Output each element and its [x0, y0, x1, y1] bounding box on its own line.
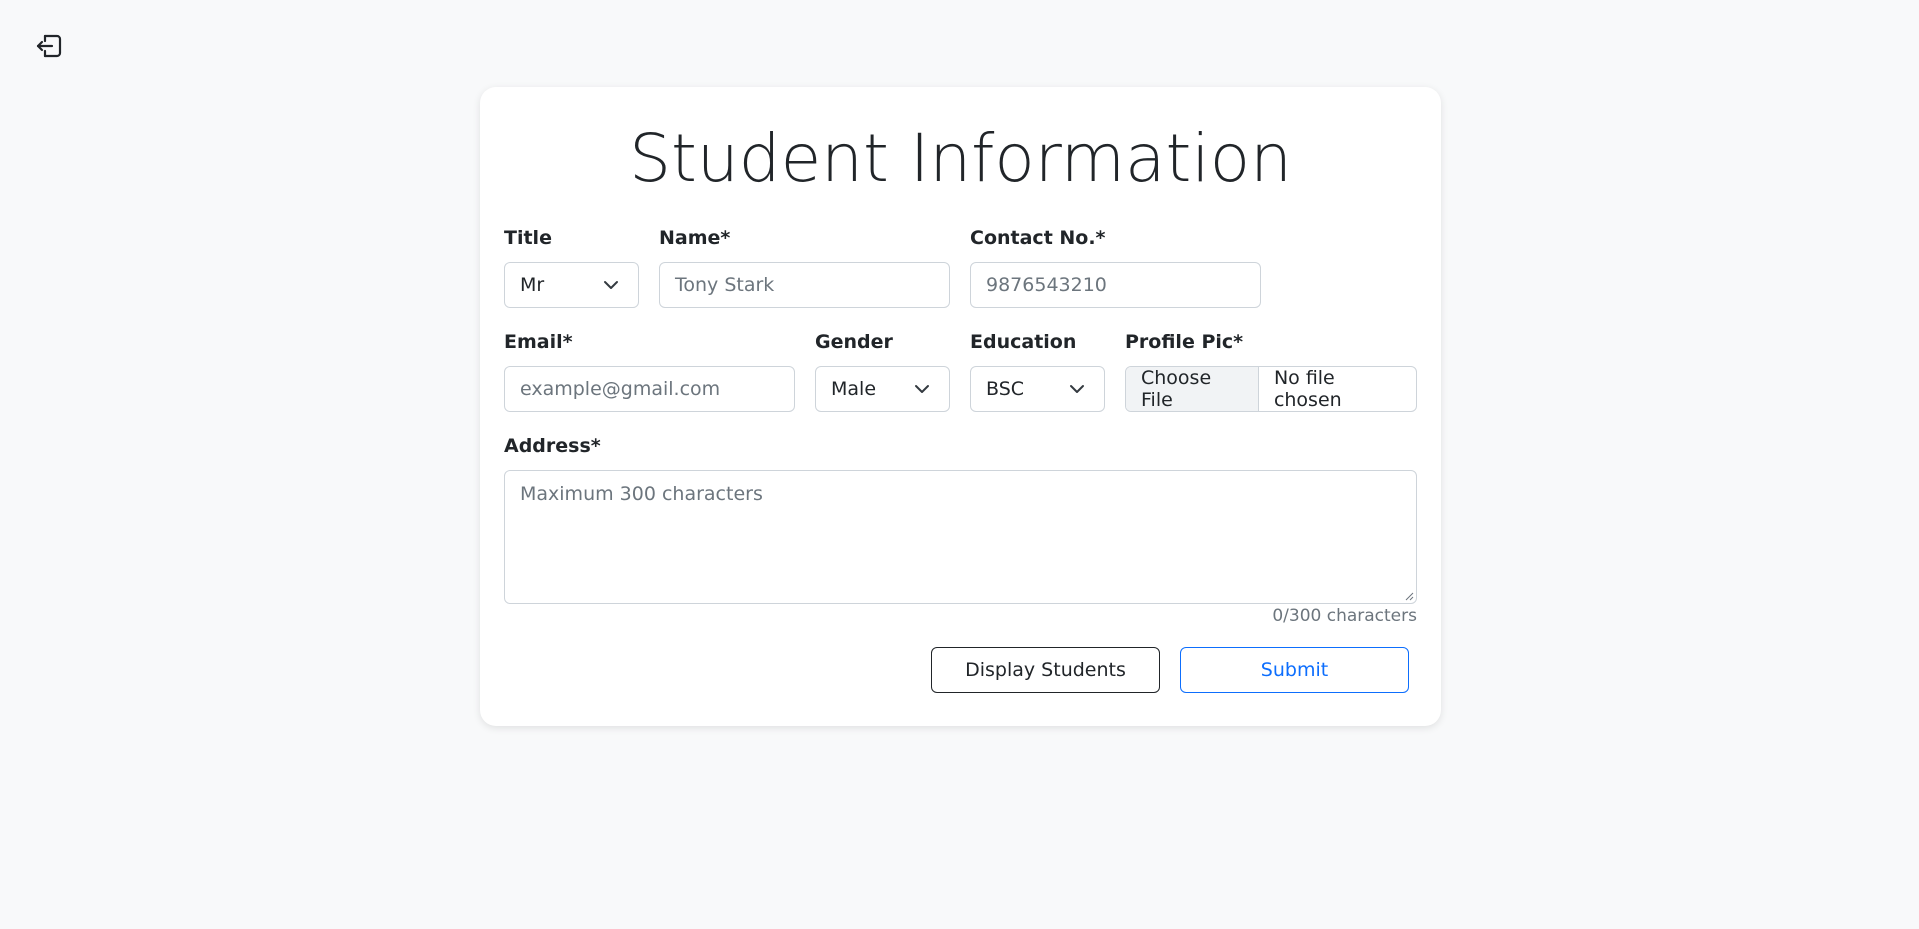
char-count: 0/300 characters	[1272, 606, 1417, 626]
name-field: Name* Tony Stark	[659, 226, 950, 308]
student-form-card: Student Information Title Mr Name* Tony …	[480, 87, 1441, 726]
submit-button[interactable]: Submit	[1180, 647, 1409, 693]
chevron-down-icon	[1070, 385, 1084, 393]
contact-input[interactable]: 9876543210	[970, 262, 1261, 308]
file-status-text: No file chosen	[1273, 367, 1342, 411]
education-select-value: BSC	[986, 378, 1025, 400]
choose-file-button[interactable]: Choose File	[1126, 367, 1259, 411]
chevron-down-icon	[604, 281, 618, 289]
title-label: Title	[504, 227, 552, 249]
title-select-value: Mr	[520, 274, 545, 296]
resize-grip-icon[interactable]	[1404, 591, 1414, 601]
logout-button[interactable]	[33, 30, 65, 62]
profile-pic-file-input[interactable]: Choose File No file chosen	[1125, 366, 1417, 412]
title-select[interactable]: Mr	[504, 262, 639, 308]
profile-pic-label: Profile Pic*	[1125, 331, 1244, 353]
chevron-down-icon	[915, 385, 929, 393]
logout-icon	[36, 34, 62, 58]
email-input[interactable]: example@gmail.com	[504, 366, 795, 412]
gender-field: Gender Male	[815, 330, 950, 412]
education-select[interactable]: BSC	[970, 366, 1105, 412]
gender-label: Gender	[815, 331, 893, 353]
gender-select[interactable]: Male	[815, 366, 950, 412]
display-students-button[interactable]: Display Students	[931, 647, 1160, 693]
page-title: Student Information	[629, 120, 1292, 197]
name-input[interactable]: Tony Stark	[659, 262, 950, 308]
address-textarea[interactable]: Maximum 300 characters	[504, 470, 1417, 604]
name-label: Name*	[659, 227, 731, 249]
contact-field: Contact No.* 9876543210	[970, 226, 1261, 308]
education-label: Education	[970, 331, 1077, 353]
address-placeholder: Maximum 300 characters	[520, 483, 763, 505]
title-field: Title Mr	[504, 226, 639, 308]
email-field: Email* example@gmail.com	[504, 330, 795, 412]
gender-select-value: Male	[831, 378, 877, 400]
profile-pic-field: Profile Pic* Choose File No file chosen	[1125, 330, 1417, 412]
email-label: Email*	[504, 331, 573, 353]
contact-label: Contact No.*	[970, 227, 1106, 249]
address-field: Address* Maximum 300 characters	[504, 434, 1417, 604]
address-label: Address*	[504, 435, 601, 457]
education-field: Education BSC	[970, 330, 1105, 412]
